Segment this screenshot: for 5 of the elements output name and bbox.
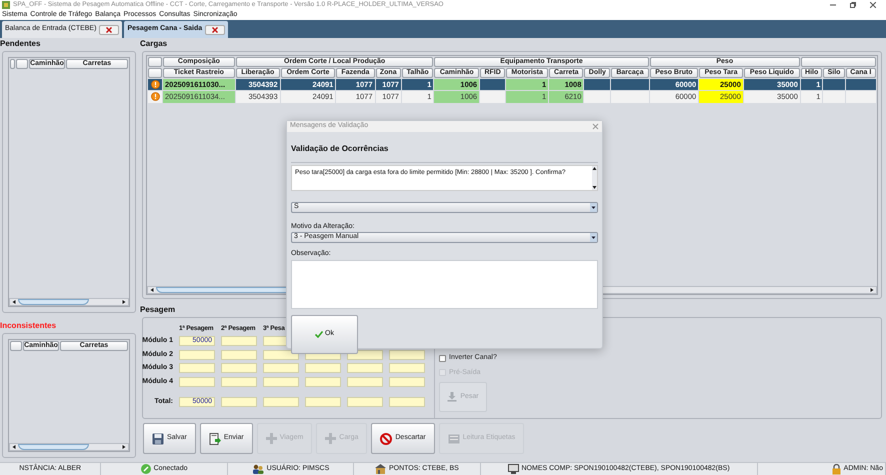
dialog-heading: Validação de Ocorrências [291,144,388,152]
panel-title: Pendentes [0,39,42,49]
panel-title: Cargas [140,39,168,49]
panel-title: Pesagem [140,305,176,315]
panel-title: Inconsistentes [0,321,58,331]
